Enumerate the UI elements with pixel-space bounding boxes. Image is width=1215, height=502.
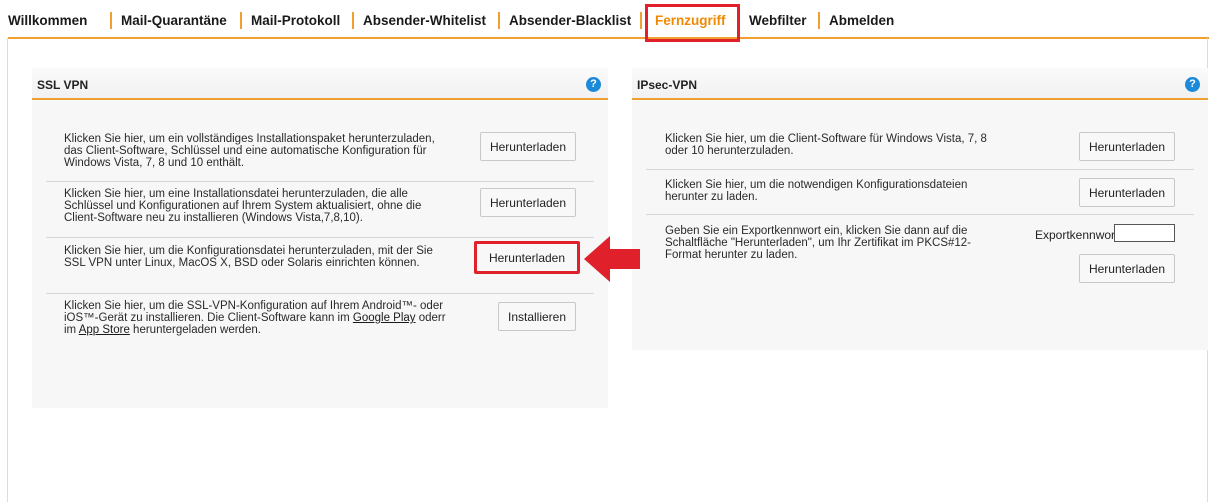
app-store-link[interactable]: App Store	[79, 324, 130, 336]
ssl-row2-text: Klicken Sie hier, um eine Installationsd…	[64, 188, 422, 224]
ssl-download-update-button[interactable]: Herunterladen	[480, 188, 576, 217]
nav-absender-blacklist[interactable]: Absender-Blacklist	[509, 13, 631, 28]
ssl-vpn-panel: SSL VPN ? Klicken Sie hier, um ein volls…	[32, 68, 608, 408]
nav-separator	[818, 12, 820, 29]
help-icon[interactable]: ?	[1185, 77, 1200, 92]
ipsec-vpn-panel: IPsec-VPN ? Klicken Sie hier, um die Cli…	[632, 68, 1208, 350]
nav-mail-protokoll[interactable]: Mail-Protokoll	[251, 13, 340, 28]
ipsec-vpn-title: IPsec-VPN	[637, 78, 698, 92]
nav-mail-quarantaene[interactable]: Mail-Quarantäne	[121, 13, 227, 28]
row-divider	[46, 237, 594, 238]
active-tab-highlight-box	[645, 4, 740, 42]
ssl-row4-text-after: heruntergeladen werden.	[129, 324, 261, 336]
row-divider	[646, 169, 1194, 170]
ssl-download-full-package-button[interactable]: Herunterladen	[480, 132, 576, 161]
ssl-row3-text: Klicken Sie hier, um die Konfigurationsd…	[64, 245, 433, 269]
nav-underline	[8, 37, 1209, 39]
google-play-link[interactable]: Google Play	[353, 312, 416, 324]
ssl-row1-text: Klicken Sie hier, um ein vollständiges I…	[64, 133, 435, 169]
ipsec-download-config-button[interactable]: Herunterladen	[1079, 178, 1175, 207]
row-divider	[46, 293, 594, 294]
ipsec-row1-text: Klicken Sie hier, um die Client-Software…	[665, 133, 987, 157]
nav-separator	[352, 12, 354, 29]
ssl-install-button[interactable]: Installieren	[498, 302, 576, 331]
ipsec-vpn-panel-header: IPsec-VPN ?	[632, 68, 1208, 100]
red-arrow-icon	[584, 236, 640, 282]
ipsec-download-certificate-button[interactable]: Herunterladen	[1079, 254, 1175, 283]
nav-separator	[498, 12, 500, 29]
ssl-download-config-button[interactable]: Herunterladen	[474, 241, 580, 274]
ssl-row4-text: Klicken Sie hier, um die SSL-VPN-Konfigu…	[64, 300, 456, 336]
nav-separator	[240, 12, 242, 29]
nav-abmelden[interactable]: Abmelden	[829, 13, 894, 28]
nav-separator	[640, 12, 642, 29]
top-navigation: Willkommen Mail-Quarantäne Mail-Protokol…	[0, 0, 1215, 39]
nav-webfilter[interactable]: Webfilter	[749, 13, 807, 28]
ipsec-download-client-button[interactable]: Herunterladen	[1079, 132, 1175, 161]
nav-willkommen[interactable]: Willkommen	[8, 13, 87, 28]
ssl-vpn-title: SSL VPN	[37, 78, 89, 92]
export-password-input[interactable]	[1114, 224, 1175, 242]
ssl-vpn-panel-header: SSL VPN ?	[32, 68, 608, 100]
ipsec-row3-text: Geben Sie ein Exportkennwort ein, klicke…	[665, 225, 972, 261]
nav-absender-whitelist[interactable]: Absender-Whitelist	[363, 13, 486, 28]
ipsec-row2-text: Klicken Sie hier, um die notwendigen Kon…	[665, 179, 968, 203]
nav-separator	[110, 12, 112, 29]
export-password-label: Exportkennwort:	[1035, 228, 1122, 242]
content-border-left	[7, 38, 8, 502]
row-divider	[646, 214, 1194, 215]
help-icon[interactable]: ?	[586, 77, 601, 92]
row-divider	[46, 181, 594, 182]
